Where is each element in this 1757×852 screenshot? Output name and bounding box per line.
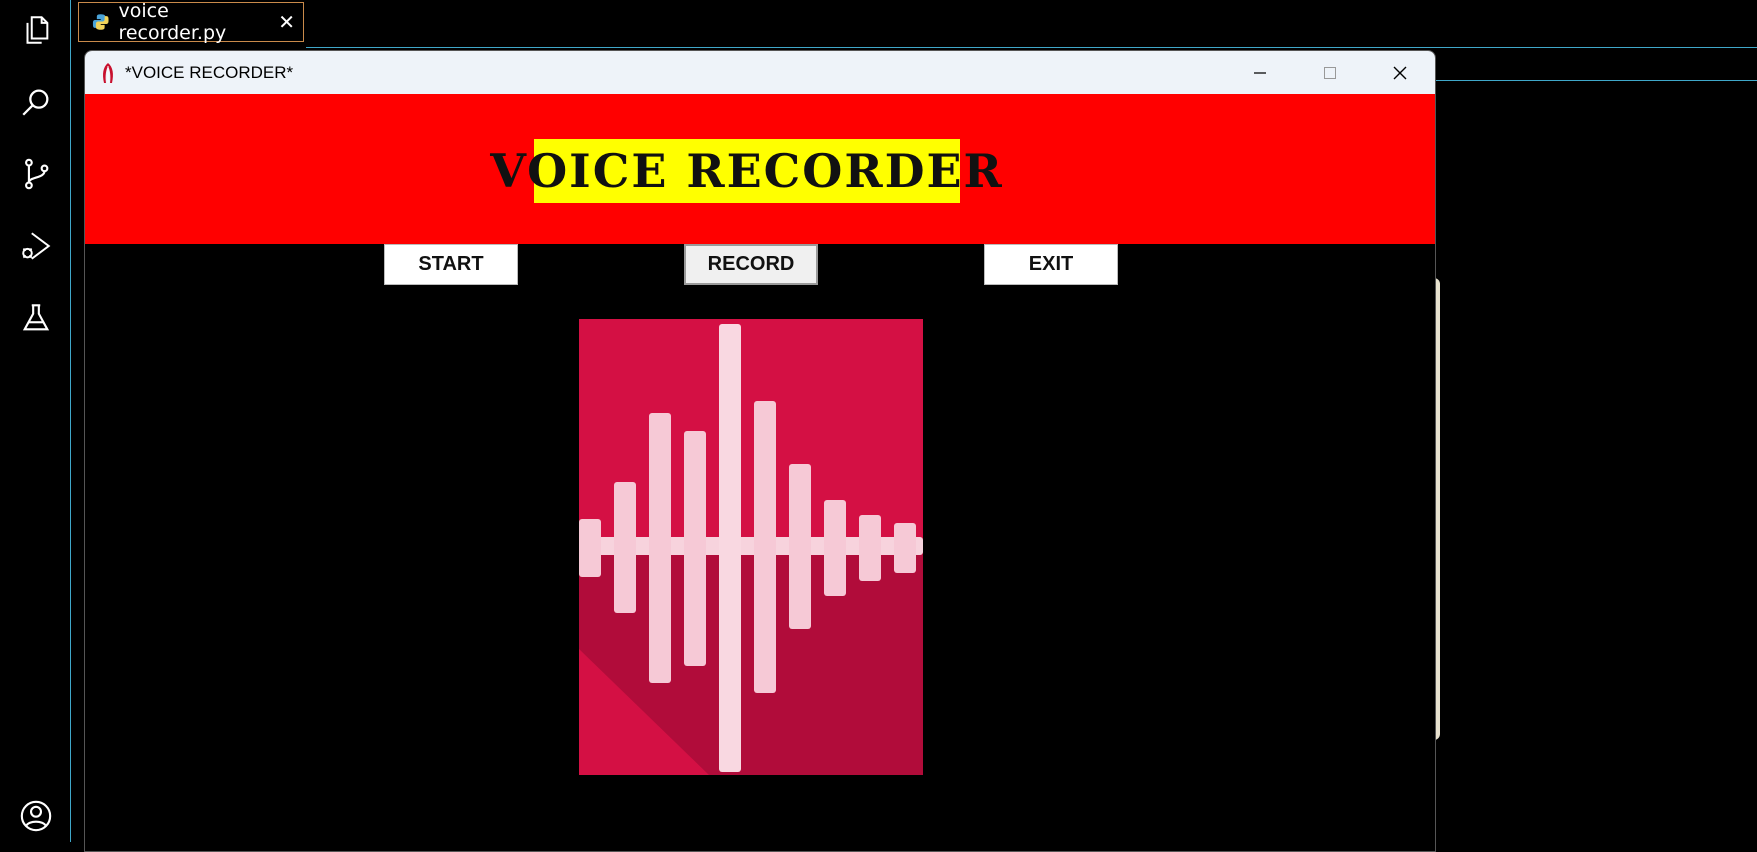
minimize-button[interactable] [1225,51,1295,94]
testing-icon[interactable] [18,300,54,336]
soundwave-image [579,319,923,775]
app-window: *VOICE RECORDER* VOICE RECORDER START RE… [84,50,1436,852]
maximize-icon [1324,66,1336,79]
start-button[interactable]: START [384,244,518,285]
app-title-banner: VOICE RECORDER [490,139,1002,203]
tab-label: voice recorder.py [118,0,227,44]
close-button[interactable] [1365,51,1435,94]
exit-button[interactable]: EXIT [984,244,1118,285]
app-header: VOICE RECORDER [85,94,1435,244]
tk-feather-icon [103,62,113,83]
source-control-icon[interactable] [18,156,54,192]
editor-divider [306,47,1757,48]
search-icon[interactable] [18,84,54,120]
editor-tab[interactable]: voice recorder.py ✕ [78,0,304,44]
window-title: *VOICE RECORDER* [125,62,294,82]
record-button[interactable]: RECORD [684,244,818,285]
activity-bar [0,0,71,842]
editor-divider-secondary [1434,80,1757,81]
close-icon [1393,66,1407,79]
window-titlebar[interactable]: *VOICE RECORDER* [85,51,1435,94]
run-debug-icon[interactable] [18,228,54,264]
account-icon[interactable] [18,798,54,834]
explorer-icon[interactable] [18,12,54,48]
tab-close-icon[interactable]: ✕ [278,10,295,34]
minimize-icon [1254,71,1266,74]
maximize-button[interactable] [1295,51,1365,94]
python-file-icon [92,14,109,30]
